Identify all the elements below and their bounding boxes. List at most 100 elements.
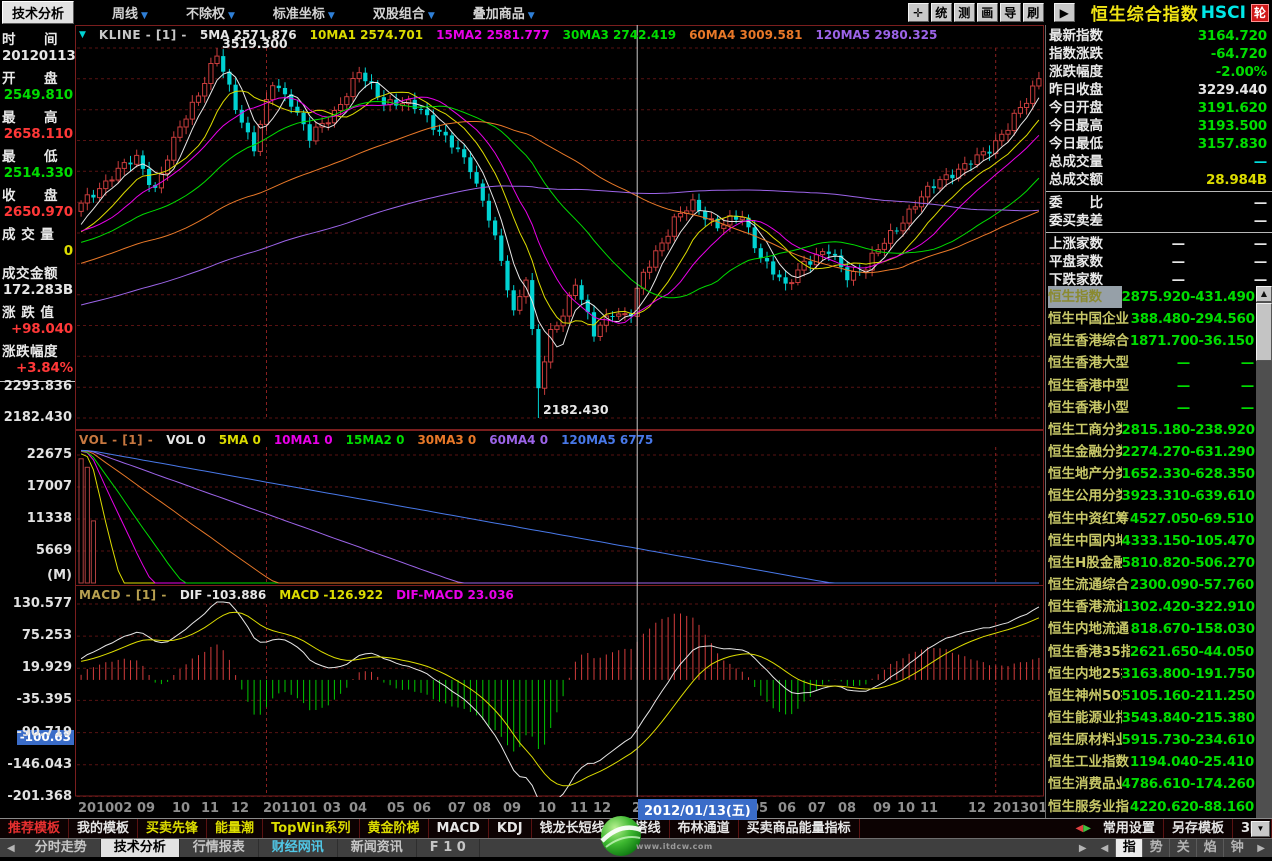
collapse-icon[interactable]: ▼ — [79, 30, 86, 40]
menu-item-0[interactable]: 周线▼ — [112, 3, 148, 22]
axis-tick-label: 10 — [172, 801, 190, 816]
mini-tab-势[interactable]: 势 — [1142, 839, 1169, 857]
template-item-10[interactable]: 布林通道 — [670, 819, 739, 838]
index-list-item[interactable]: 恒生中国企业388.480-294.560 — [1046, 308, 1272, 330]
index-list-item[interactable]: 恒生H股金融5810.820-506.270 — [1046, 552, 1272, 574]
field-row: 开 盘2549.810 — [0, 66, 75, 105]
index-list-item[interactable]: 恒生公用分类3923.310-639.610 — [1046, 485, 1272, 507]
quote-row: 今日最低3157.830 — [1046, 135, 1272, 153]
separator — [1046, 191, 1272, 192]
index-list-item[interactable]: 恒生消费品业4786.610-174.260 — [1046, 773, 1272, 795]
menu-item-3[interactable]: 双股组合▼ — [373, 3, 435, 22]
mini-tab-关[interactable]: 关 — [1169, 839, 1196, 857]
indicator-readout: 30MA3 2742.419 — [563, 28, 676, 42]
index-list-item[interactable]: 恒生指数2875.920-431.490 — [1046, 286, 1272, 308]
view-tab-1[interactable]: 技术分析 — [101, 839, 180, 857]
index-list-item[interactable]: 恒生神州50指5105.160-211.250 — [1046, 685, 1272, 707]
axis-tick-label: 09 — [137, 801, 155, 816]
index-list-item[interactable]: 恒生地产分类1652.330-628.350 — [1046, 463, 1272, 485]
tool-button-1[interactable]: 统 — [931, 3, 952, 22]
quote-summary: 最新指数3164.720指数涨跌-64.720涨跌幅度-2.00%昨日收盘322… — [1046, 25, 1272, 289]
template-item-0[interactable]: 推荐模板 — [0, 819, 69, 838]
index-list-item[interactable]: 恒生内地流通818.670-158.030 — [1046, 618, 1272, 640]
template-item-11[interactable]: 买卖商品能量指标 — [739, 819, 860, 838]
view-tab-0[interactable]: 分时走势 — [22, 839, 101, 857]
technical-analysis-button[interactable]: 技术分析 — [2, 1, 74, 24]
index-list-item[interactable]: 恒生中资红筹4527.050-69.510 — [1046, 508, 1272, 530]
tool-button-0[interactable]: ✛ — [908, 3, 929, 22]
template-item-4[interactable]: TopWin系列 — [263, 819, 359, 838]
index-name: 恒生金融分类 — [1048, 441, 1122, 463]
tool-button-4[interactable]: 导 — [1000, 3, 1021, 22]
template-item-1[interactable]: 我的模板 — [69, 819, 138, 838]
axis-tick-label: 09 — [503, 801, 521, 816]
scrollbar[interactable]: ▲ — [1256, 286, 1272, 818]
quote-row: 指数涨跌-64.720 — [1046, 45, 1272, 63]
right-arrow-icon[interactable]: ▶ — [1079, 843, 1087, 854]
toolbar-action-0[interactable]: 常用设置 — [1095, 819, 1164, 838]
quote-label: 今日开盘 — [1049, 99, 1103, 117]
field-label: 涨 跌 值 — [0, 300, 75, 321]
chevron-down-icon: ▼ — [328, 11, 335, 21]
view-tab-2[interactable]: 行情报表 — [180, 839, 259, 857]
menu-item-1[interactable]: 不除权▼ — [186, 3, 235, 22]
field-value: 2549.810 — [0, 87, 75, 103]
toolbar-scroll-arrows[interactable]: ◀▶ — [1072, 823, 1095, 834]
tool-button-3[interactable]: 画 — [977, 3, 998, 22]
menu-item-4[interactable]: 叠加商品▼ — [473, 3, 535, 22]
view-tab-4[interactable]: 新闻资讯 — [338, 839, 417, 857]
scrollbar-up-icon[interactable]: ▲ — [1256, 286, 1272, 302]
axis-value-label: -90.719 — [16, 726, 72, 740]
index-list-item[interactable]: 恒生香港35指2621.650-44.050 — [1046, 641, 1272, 663]
toolbar-dropdown-icon[interactable]: ▼ — [1251, 821, 1270, 837]
template-item-5[interactable]: 黄金阶梯 — [360, 819, 429, 838]
index-list-item[interactable]: 恒生服务业指4220.620-88.160 — [1046, 796, 1272, 818]
tool-button-5[interactable]: 刷 — [1023, 3, 1044, 22]
pane-toggle-button[interactable]: ▶ — [1054, 3, 1075, 22]
scrollbar-thumb[interactable] — [1256, 303, 1272, 361]
left-arrow-icon[interactable]: ◀ — [1101, 843, 1109, 854]
index-list-item[interactable]: 恒生流通综合2300.090-57.760 — [1046, 574, 1272, 596]
index-name: 恒生香港中型 — [1048, 375, 1158, 397]
field-label: 成交金额 — [0, 261, 75, 282]
cursor-date-label: 2012/01/13(五) — [638, 799, 757, 820]
mini-tab-钟[interactable]: 钟 — [1223, 839, 1250, 857]
template-item-7[interactable]: KDJ — [489, 819, 532, 838]
quote-value: -2.00% — [1216, 63, 1267, 81]
mini-tab-焰[interactable]: 焰 — [1196, 839, 1223, 857]
axis-tick-label: 06 — [413, 801, 431, 816]
index-list-item[interactable]: 恒生内地25指3163.800-191.750 — [1046, 663, 1272, 685]
mini-tab-指[interactable]: 指 — [1115, 839, 1142, 857]
index-list-item[interactable]: 恒生原材料业5915.730-234.610 — [1046, 729, 1272, 751]
axis-tick-label: 11 — [201, 801, 219, 816]
template-item-6[interactable]: MACD — [429, 819, 489, 838]
field-label: 最 高 — [0, 105, 75, 126]
template-item-3[interactable]: 能量潮 — [207, 819, 263, 838]
left-arrow-icon[interactable]: ◀ — [7, 843, 15, 854]
index-list-item[interactable]: 恒生香港流通1302.420-322.910 — [1046, 596, 1272, 618]
index-list-item[interactable]: 恒生中国内地4333.150-105.470 — [1046, 530, 1272, 552]
index-list-item[interactable]: 恒生香港大型—— — [1046, 352, 1272, 374]
index-list-item[interactable]: 恒生香港小型—— — [1046, 397, 1272, 419]
index-list-item[interactable]: 恒生能源业指3543.840-215.380 — [1046, 707, 1272, 729]
toolbar-action-1[interactable]: 另存模板 — [1164, 819, 1233, 838]
index-list-item[interactable]: 恒生香港综合1871.700-36.150 — [1046, 330, 1272, 352]
template-item-2[interactable]: 买卖先锋 — [138, 819, 207, 838]
template-item-9[interactable]: 宝塔线 — [614, 819, 670, 838]
right-arrow-icon[interactable]: ▶ — [1083, 823, 1091, 834]
hot-badge[interactable]: 轮 — [1251, 4, 1269, 22]
index-list-item[interactable]: 恒生金融分类2274.270-631.290 — [1046, 441, 1272, 463]
view-tab-3[interactable]: 财经网讯 — [259, 839, 338, 857]
index-list-item[interactable]: 恒生工商分类2815.180-238.920 — [1046, 419, 1272, 441]
template-item-8[interactable]: 钱龙长短线 — [532, 819, 614, 838]
index-list-item[interactable]: 恒生香港中型—— — [1046, 375, 1272, 397]
right-arrow-icon[interactable]: ▶ — [1257, 843, 1265, 854]
index-name: 恒生内地25指 — [1048, 663, 1122, 685]
quote-row: 委买卖差— — [1046, 212, 1272, 230]
quote-label: 昨日收盘 — [1049, 81, 1103, 99]
index-list-item[interactable]: 恒生工业指数1194.040-25.410 — [1046, 751, 1272, 773]
left-data-panel: 时 间20120113开 盘2549.810最 高2658.110最 低2514… — [0, 25, 75, 818]
view-tab-5[interactable]: F 1 0 — [417, 839, 480, 857]
tool-button-2[interactable]: 测 — [954, 3, 975, 22]
menu-item-2[interactable]: 标准坐标▼ — [273, 3, 335, 22]
